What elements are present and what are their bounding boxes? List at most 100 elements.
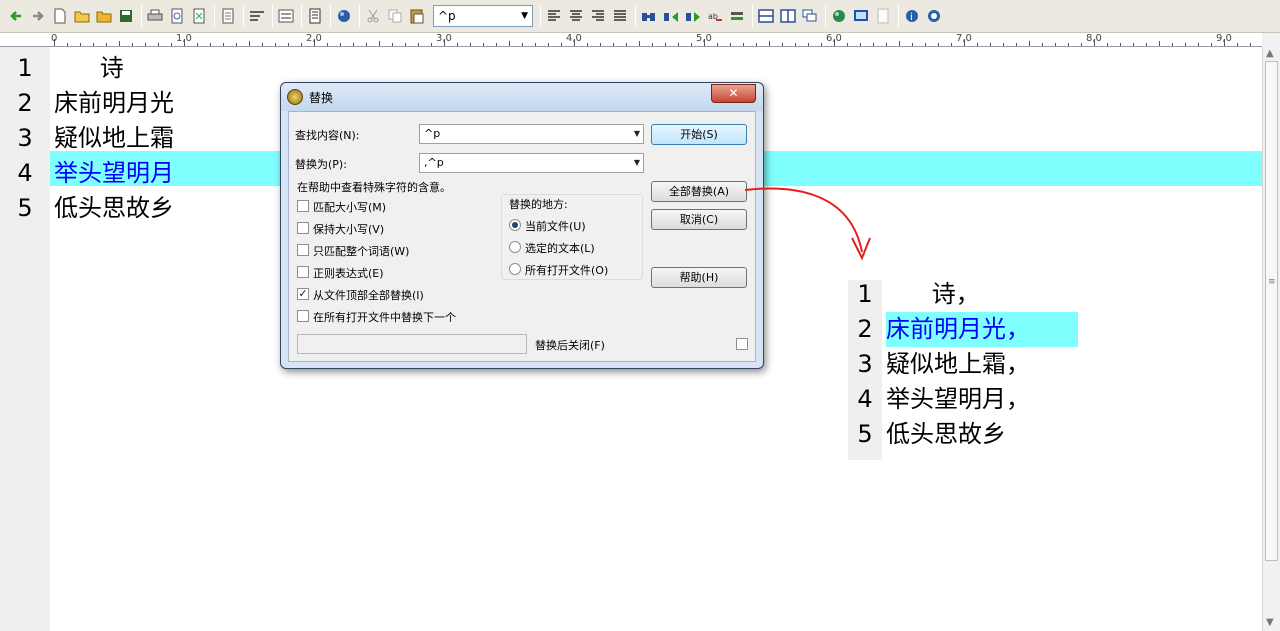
ruler-tick — [691, 43, 692, 46]
search-combo[interactable]: ^p ▼ — [433, 5, 533, 27]
ruler-tick — [1133, 43, 1134, 46]
vertical-scrollbar[interactable]: ▲ ≡ ▼ — [1262, 47, 1280, 631]
spell-icon[interactable] — [727, 5, 747, 27]
paste-icon[interactable] — [407, 5, 427, 27]
scroll-up-icon[interactable]: ▲ — [1266, 48, 1274, 59]
ruler-tick — [1055, 43, 1056, 46]
start-button[interactable]: 开始(S) — [651, 124, 747, 145]
result-line: 举头望明月， — [886, 385, 1030, 413]
ruler-label: 8,0 — [1086, 33, 1102, 44]
hex-icon[interactable] — [276, 5, 296, 27]
chevron-down-icon[interactable]: ▼ — [634, 129, 640, 138]
split-v-icon[interactable] — [778, 5, 798, 27]
option-checkbox[interactable] — [297, 222, 309, 234]
ruler-tick — [509, 41, 510, 46]
find-combo[interactable]: ^p ▼ — [419, 124, 644, 144]
page-icon[interactable] — [218, 5, 238, 27]
screen-icon[interactable] — [851, 5, 871, 27]
ruler-tick — [1029, 41, 1030, 46]
ruler-tick — [873, 43, 874, 46]
ruler-tick — [925, 43, 926, 46]
ruler-tick — [457, 43, 458, 46]
option-checkbox[interactable] — [297, 310, 309, 322]
editor-line[interactable]: 低头思故乡 — [54, 191, 174, 226]
ruler-tick — [561, 43, 562, 46]
ruler-tick — [353, 43, 354, 46]
close-button[interactable]: ✕ — [711, 84, 756, 103]
toolbar-separator — [540, 5, 541, 27]
help-button[interactable]: 帮助(H) — [651, 267, 747, 288]
forward-arrow-icon[interactable] — [28, 5, 48, 27]
scope-radio[interactable] — [509, 219, 521, 231]
replace-dialog: 替换 ✕ 查找内容(N): ^p ▼ 开始(S) 替换为(P): ,^p ▼ 在… — [280, 82, 764, 369]
option-checkbox[interactable] — [297, 200, 309, 212]
search-combo-value: ^p — [438, 9, 456, 23]
align-center-icon[interactable] — [566, 5, 586, 27]
ruler-tick — [639, 41, 640, 46]
find-value: ^p — [424, 127, 441, 140]
find-next-icon[interactable] — [661, 5, 681, 27]
find-prev-icon[interactable] — [683, 5, 703, 27]
scroll-down-icon[interactable]: ▼ — [1266, 617, 1274, 628]
option-checkbox[interactable] — [297, 266, 309, 278]
option-checkbox[interactable] — [297, 244, 309, 256]
ruler-tick — [93, 43, 94, 46]
web-icon[interactable] — [829, 5, 849, 27]
new-file-icon[interactable] — [50, 5, 70, 27]
back-arrow-icon[interactable] — [6, 5, 26, 27]
open-folder-icon[interactable] — [72, 5, 92, 27]
toolbar-separator — [141, 5, 142, 27]
blank-icon[interactable] — [873, 5, 893, 27]
ruler-tick — [756, 43, 757, 46]
globe-icon[interactable] — [334, 5, 354, 27]
ruler-tick — [405, 43, 406, 46]
option-checkbox[interactable]: ✓ — [297, 288, 309, 300]
print-icon[interactable] — [145, 5, 165, 27]
align-left-icon[interactable] — [544, 5, 564, 27]
ruler-tick — [418, 43, 419, 46]
cut-icon[interactable] — [363, 5, 383, 27]
wrap-icon[interactable] — [247, 5, 267, 27]
replace-combo[interactable]: ,^p ▼ — [419, 153, 644, 173]
chevron-down-icon[interactable]: ▼ — [634, 158, 640, 167]
scope-label: 所有打开文件(O) — [525, 264, 609, 277]
editor-line[interactable]: 举头望明月 — [54, 156, 174, 191]
ruler-tick — [1068, 43, 1069, 46]
print-preview-icon[interactable] — [167, 5, 187, 27]
open-folder-2-icon[interactable] — [94, 5, 114, 27]
ruler-tick — [236, 43, 237, 46]
editor-line[interactable]: 疑似地上霜 — [54, 121, 174, 156]
ruler-tick — [652, 43, 653, 46]
scope-radio[interactable] — [509, 241, 521, 253]
ruler-tick — [262, 43, 263, 46]
replace-icon[interactable]: ab — [705, 5, 725, 27]
doc-icon[interactable] — [305, 5, 325, 27]
scrollbar-thumb[interactable] — [1265, 61, 1278, 561]
editor-line[interactable]: 诗 — [54, 51, 124, 86]
find-icon[interactable] — [639, 5, 659, 27]
info-icon[interactable]: i — [902, 5, 922, 27]
justify-icon[interactable] — [610, 5, 630, 27]
ruler-tick — [548, 43, 549, 46]
toolbar-separator — [359, 5, 360, 27]
editor-line[interactable]: 床前明月光 — [54, 86, 174, 121]
ruler-tick — [301, 43, 302, 46]
toolbar-separator — [635, 5, 636, 27]
save-icon[interactable] — [116, 5, 136, 27]
dialog-titlebar[interactable]: 替换 ✕ — [281, 83, 763, 111]
align-right-icon[interactable] — [588, 5, 608, 27]
close-after-checkbox[interactable] — [736, 338, 748, 350]
result-line: 疑似地上霜， — [886, 350, 1030, 378]
result-line: 床前明月光， — [886, 315, 1030, 343]
chevron-down-icon[interactable]: ▼ — [521, 11, 528, 21]
ruler-label: 7,0 — [956, 33, 972, 44]
export-icon[interactable] — [189, 5, 209, 27]
copy-icon[interactable] — [385, 5, 405, 27]
help-icon[interactable] — [924, 5, 944, 27]
option-label: 只匹配整个词语(W) — [313, 245, 410, 258]
split-h-icon[interactable] — [756, 5, 776, 27]
ruler-tick — [431, 43, 432, 46]
scope-radio[interactable] — [509, 263, 521, 275]
cascade-icon[interactable] — [800, 5, 820, 27]
ruler-tick — [613, 43, 614, 46]
